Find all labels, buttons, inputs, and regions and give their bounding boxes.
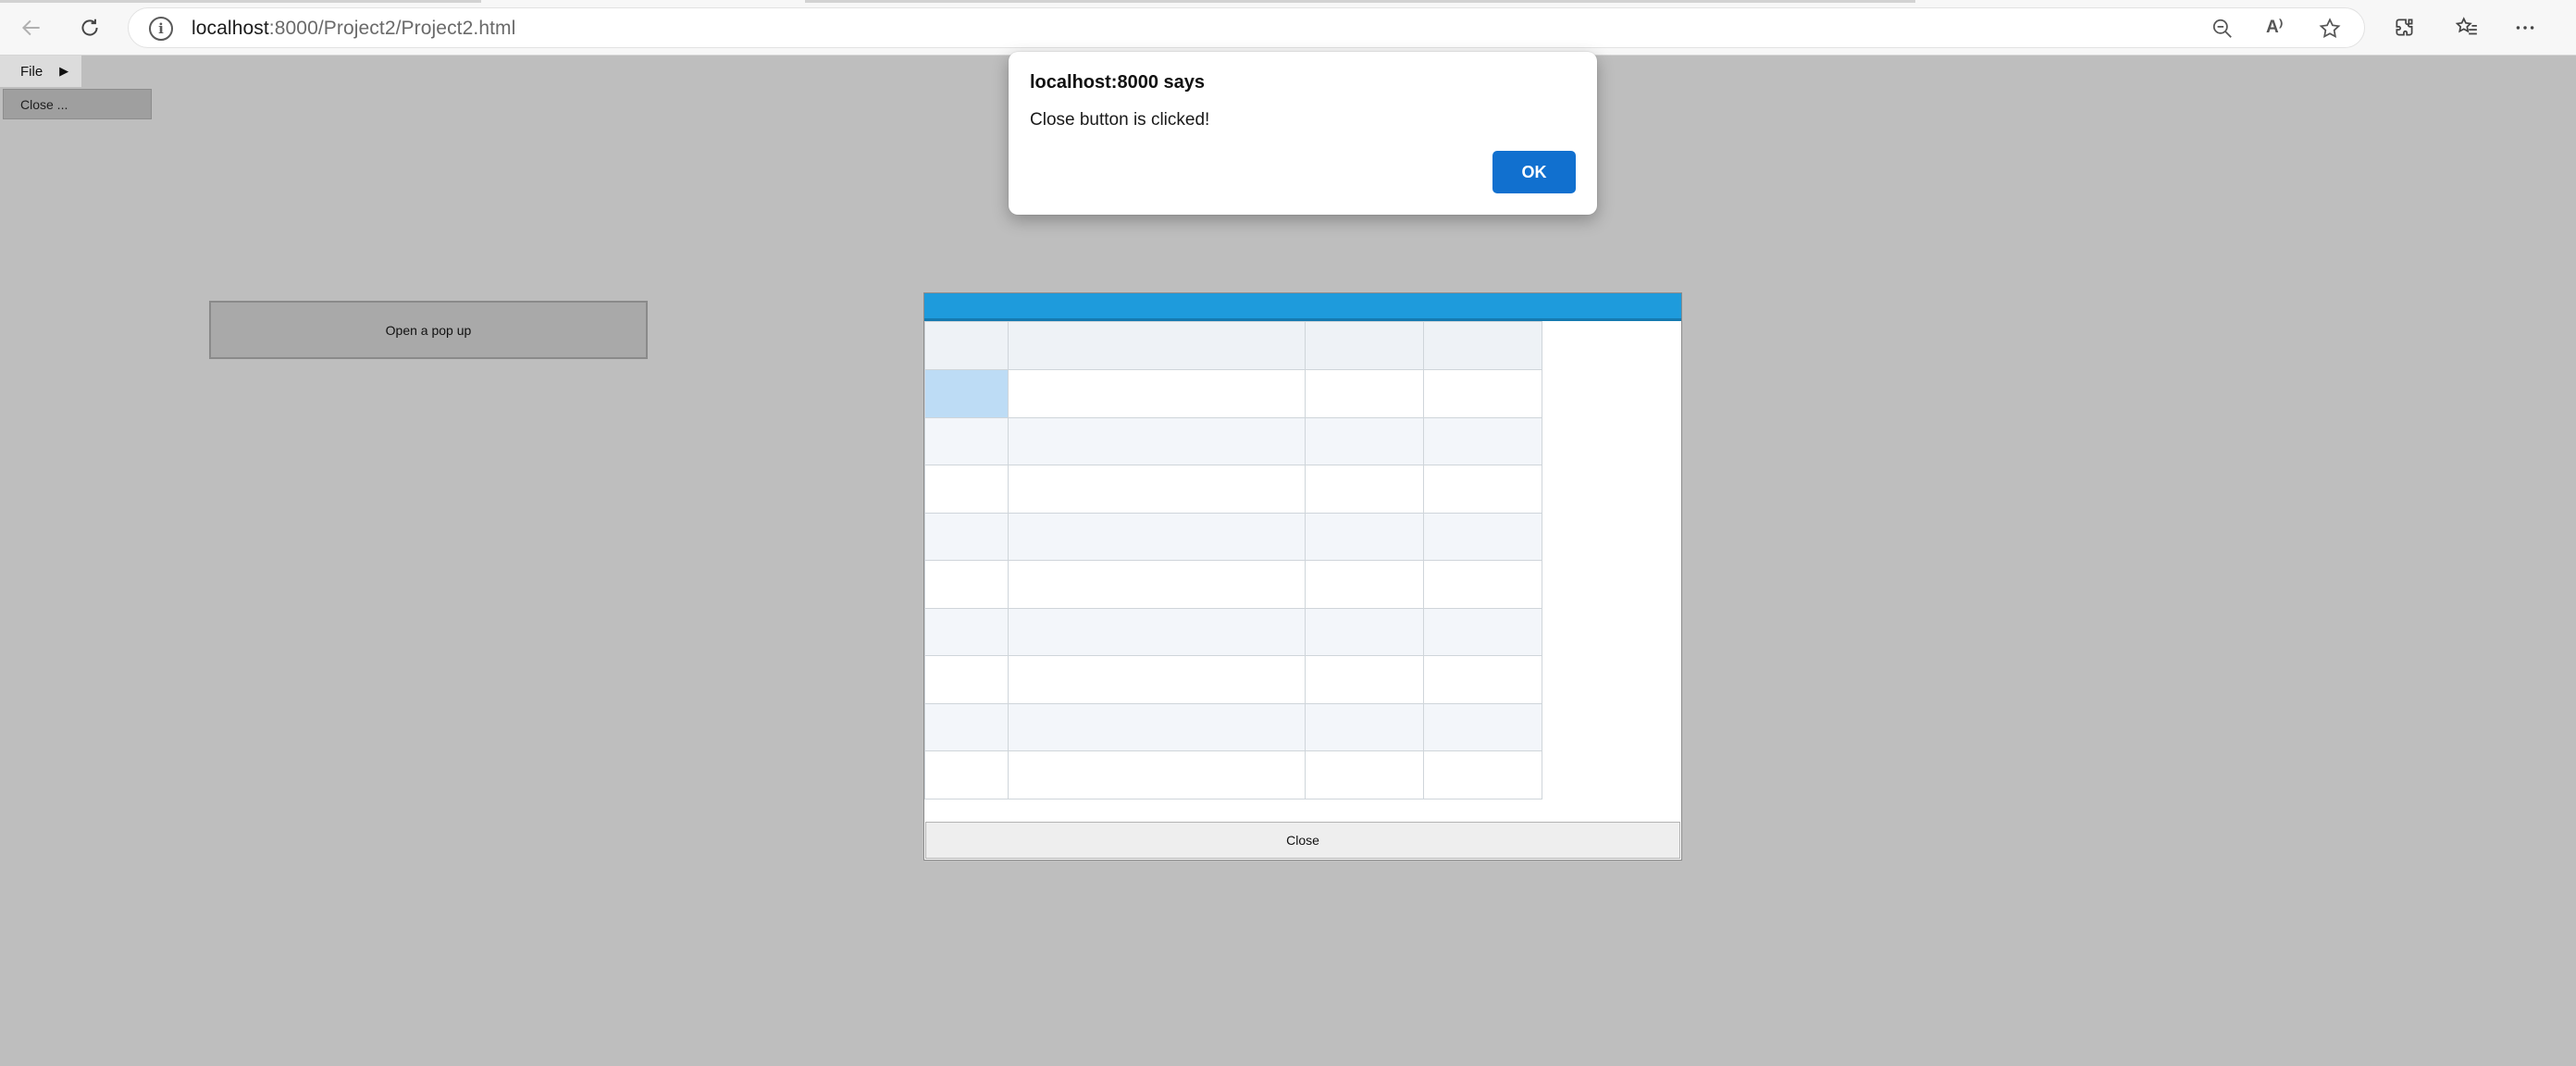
tab-strip-segment xyxy=(805,0,1915,3)
refresh-icon[interactable] xyxy=(73,11,106,44)
grid-cell[interactable] xyxy=(1304,560,1424,609)
grid-header-cell[interactable] xyxy=(923,321,1009,370)
grid-cell[interactable] xyxy=(1008,655,1306,704)
grid-cell[interactable] xyxy=(923,750,1009,800)
grid-cell[interactable] xyxy=(1008,750,1306,800)
more-icon[interactable] xyxy=(2508,11,2542,44)
table-row[interactable] xyxy=(923,416,1543,465)
grid-header-cell[interactable] xyxy=(1304,321,1424,370)
tab-strip-segment xyxy=(0,0,481,3)
table-row[interactable] xyxy=(923,560,1543,609)
grid-cell[interactable] xyxy=(923,607,1009,656)
table-row[interactable] xyxy=(923,465,1543,514)
grid-cell[interactable] xyxy=(1422,465,1543,514)
grid-cell[interactable] xyxy=(1304,465,1424,514)
grid-cell[interactable] xyxy=(1422,416,1543,465)
read-aloud-icon[interactable]: A⁾ xyxy=(2266,17,2290,41)
zoom-out-icon[interactable] xyxy=(2211,17,2235,41)
grid-cell[interactable] xyxy=(1008,512,1306,561)
grid-cell[interactable] xyxy=(1008,369,1306,418)
alert-title: localhost:8000 says xyxy=(1030,72,1205,93)
alert-message: Close button is clicked! xyxy=(1030,110,1210,130)
grid-cell[interactable] xyxy=(1304,416,1424,465)
info-icon[interactable]: i xyxy=(149,17,173,41)
grid-header-cell[interactable] xyxy=(1008,321,1306,370)
table-row[interactable] xyxy=(923,750,1543,800)
grid-cell[interactable] xyxy=(1422,607,1543,656)
extensions-icon[interactable] xyxy=(2388,11,2421,44)
grid-cell[interactable] xyxy=(1304,512,1424,561)
grid-cell[interactable] xyxy=(1422,560,1543,609)
alert-dialog: localhost:8000 says Close button is clic… xyxy=(1009,52,1597,215)
grid-cell[interactable] xyxy=(1422,750,1543,800)
grid-cell[interactable] xyxy=(1304,655,1424,704)
grid-cell[interactable] xyxy=(1008,465,1306,514)
grid-cell[interactable] xyxy=(1304,369,1424,418)
tab-strip xyxy=(0,0,2576,3)
alert-ok-button[interactable]: OK xyxy=(1492,151,1576,193)
file-menu[interactable]: File ▶ xyxy=(0,56,81,87)
close-menu-item[interactable]: Close ... xyxy=(3,89,152,119)
grid-header-cell[interactable] xyxy=(1422,321,1543,370)
table-row[interactable] xyxy=(923,655,1543,704)
favorites-icon[interactable] xyxy=(2450,11,2483,44)
submenu-arrow-icon: ▶ xyxy=(59,64,69,78)
grid-cell-selected[interactable] xyxy=(923,369,1009,418)
table-row[interactable] xyxy=(923,369,1543,418)
grid-cell[interactable] xyxy=(923,465,1009,514)
grid-cell[interactable] xyxy=(1304,607,1424,656)
file-menu-label: File xyxy=(20,63,43,80)
grid-cell[interactable] xyxy=(923,560,1009,609)
url-text[interactable]: localhost:8000/Project2/Project2.html xyxy=(192,18,515,40)
favorite-star-icon[interactable] xyxy=(2318,17,2342,41)
grid-cell[interactable] xyxy=(1422,655,1543,704)
grid-cell[interactable] xyxy=(1304,750,1424,800)
grid-cell[interactable] xyxy=(1008,560,1306,609)
back-arrow-icon[interactable] xyxy=(15,11,48,44)
grid-cell[interactable] xyxy=(923,655,1009,704)
grid-cell[interactable] xyxy=(923,416,1009,465)
grid-cell[interactable] xyxy=(1008,416,1306,465)
address-bar[interactable]: i localhost:8000/Project2/Project2.html … xyxy=(128,7,2365,48)
popup-window: Close xyxy=(923,292,1682,861)
grid-cell[interactable] xyxy=(1422,512,1543,561)
table-row[interactable] xyxy=(923,512,1543,561)
popup-close-button[interactable]: Close xyxy=(925,822,1680,859)
open-popup-button[interactable]: Open a pop up xyxy=(209,301,648,359)
grid-cell[interactable] xyxy=(1008,607,1306,656)
url-path: :8000/Project2/Project2.html xyxy=(268,18,516,39)
popup-header[interactable] xyxy=(924,293,1681,321)
grid-cell[interactable] xyxy=(923,702,1009,751)
table-row[interactable] xyxy=(923,607,1543,656)
data-grid xyxy=(923,321,1543,800)
grid-cell[interactable] xyxy=(1422,369,1543,418)
browser-toolbar: i localhost:8000/Project2/Project2.html … xyxy=(0,0,2576,56)
url-host: localhost xyxy=(192,18,269,39)
grid-cell[interactable] xyxy=(1008,702,1306,751)
grid-cell[interactable] xyxy=(923,512,1009,561)
grid-header-row xyxy=(923,321,1543,370)
table-row[interactable] xyxy=(923,702,1543,751)
grid-cell[interactable] xyxy=(1304,702,1424,751)
grid-cell[interactable] xyxy=(1422,702,1543,751)
